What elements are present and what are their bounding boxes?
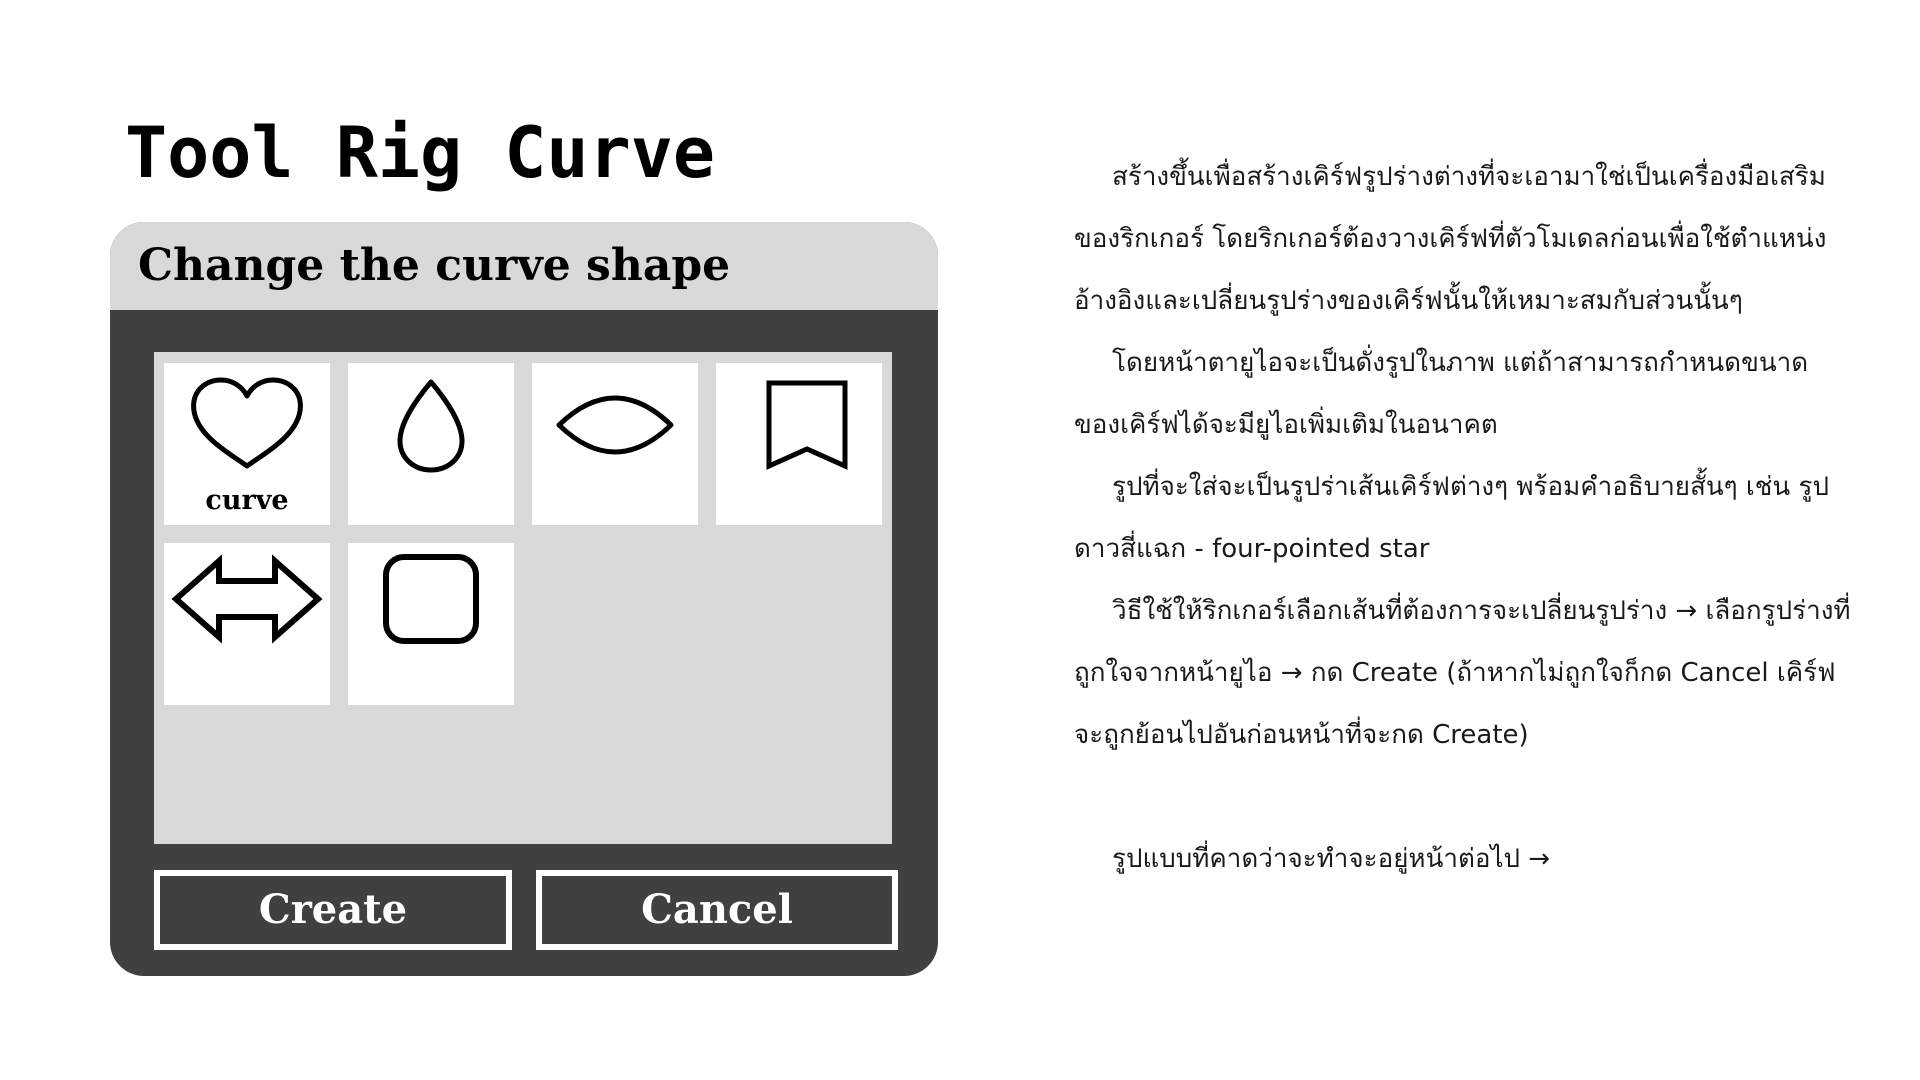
shape-tile-bookmark[interactable] <box>716 363 882 525</box>
shape-tile-label: curve <box>205 485 289 516</box>
shape-tile-lens[interactable] <box>532 363 698 525</box>
description-paragraph-5: รูปแบบที่คาดว่าจะทำจะอยู่หน้าต่อไป → <box>1112 844 1551 874</box>
description-paragraph-1: สร้างขึ้นเพื่อสร้างเคิร์ฟรูปร่างต่างที่จ… <box>1074 162 1827 316</box>
double-arrow-icon <box>171 554 323 644</box>
shape-grid: curve <box>154 352 892 844</box>
description-paragraph-4: วิธีใช้ให้ริกเกอร์เลือกเส้นที่ต้องการจะเ… <box>1074 596 1851 750</box>
shape-tile-heart[interactable]: curve <box>164 363 330 525</box>
description-paragraph-3: รูปที่จะใส่จะเป็นรูปร่าเส้นเคิร์ฟต่างๆ พ… <box>1074 472 1829 564</box>
shape-tile-teardrop[interactable] <box>348 363 514 525</box>
page-title: Tool Rig Curve <box>124 112 715 194</box>
bookmark-icon <box>766 380 848 470</box>
shape-tile-rounded-square[interactable] <box>348 543 514 705</box>
teardrop-icon <box>397 379 465 473</box>
cancel-button[interactable]: Cancel <box>536 870 898 950</box>
window-header: Change the curve shape <box>110 222 938 310</box>
change-curve-shape-window: Change the curve shape curve Create Canc… <box>110 222 938 976</box>
create-button[interactable]: Create <box>154 870 512 950</box>
shape-tile-double-arrow[interactable] <box>164 543 330 705</box>
lens-icon <box>556 395 674 455</box>
window-title: Change the curve shape <box>138 240 731 291</box>
description-paragraph-2: โดยหน้าตายูไอจะเป็นดั่งรูปในภาพ แต่ถ้าสา… <box>1074 348 1809 440</box>
rounded-square-icon <box>383 554 479 644</box>
description-text: สร้างขึ้นเพื่อสร้างเคิร์ฟรูปร่างต่างที่จ… <box>1074 146 1854 890</box>
